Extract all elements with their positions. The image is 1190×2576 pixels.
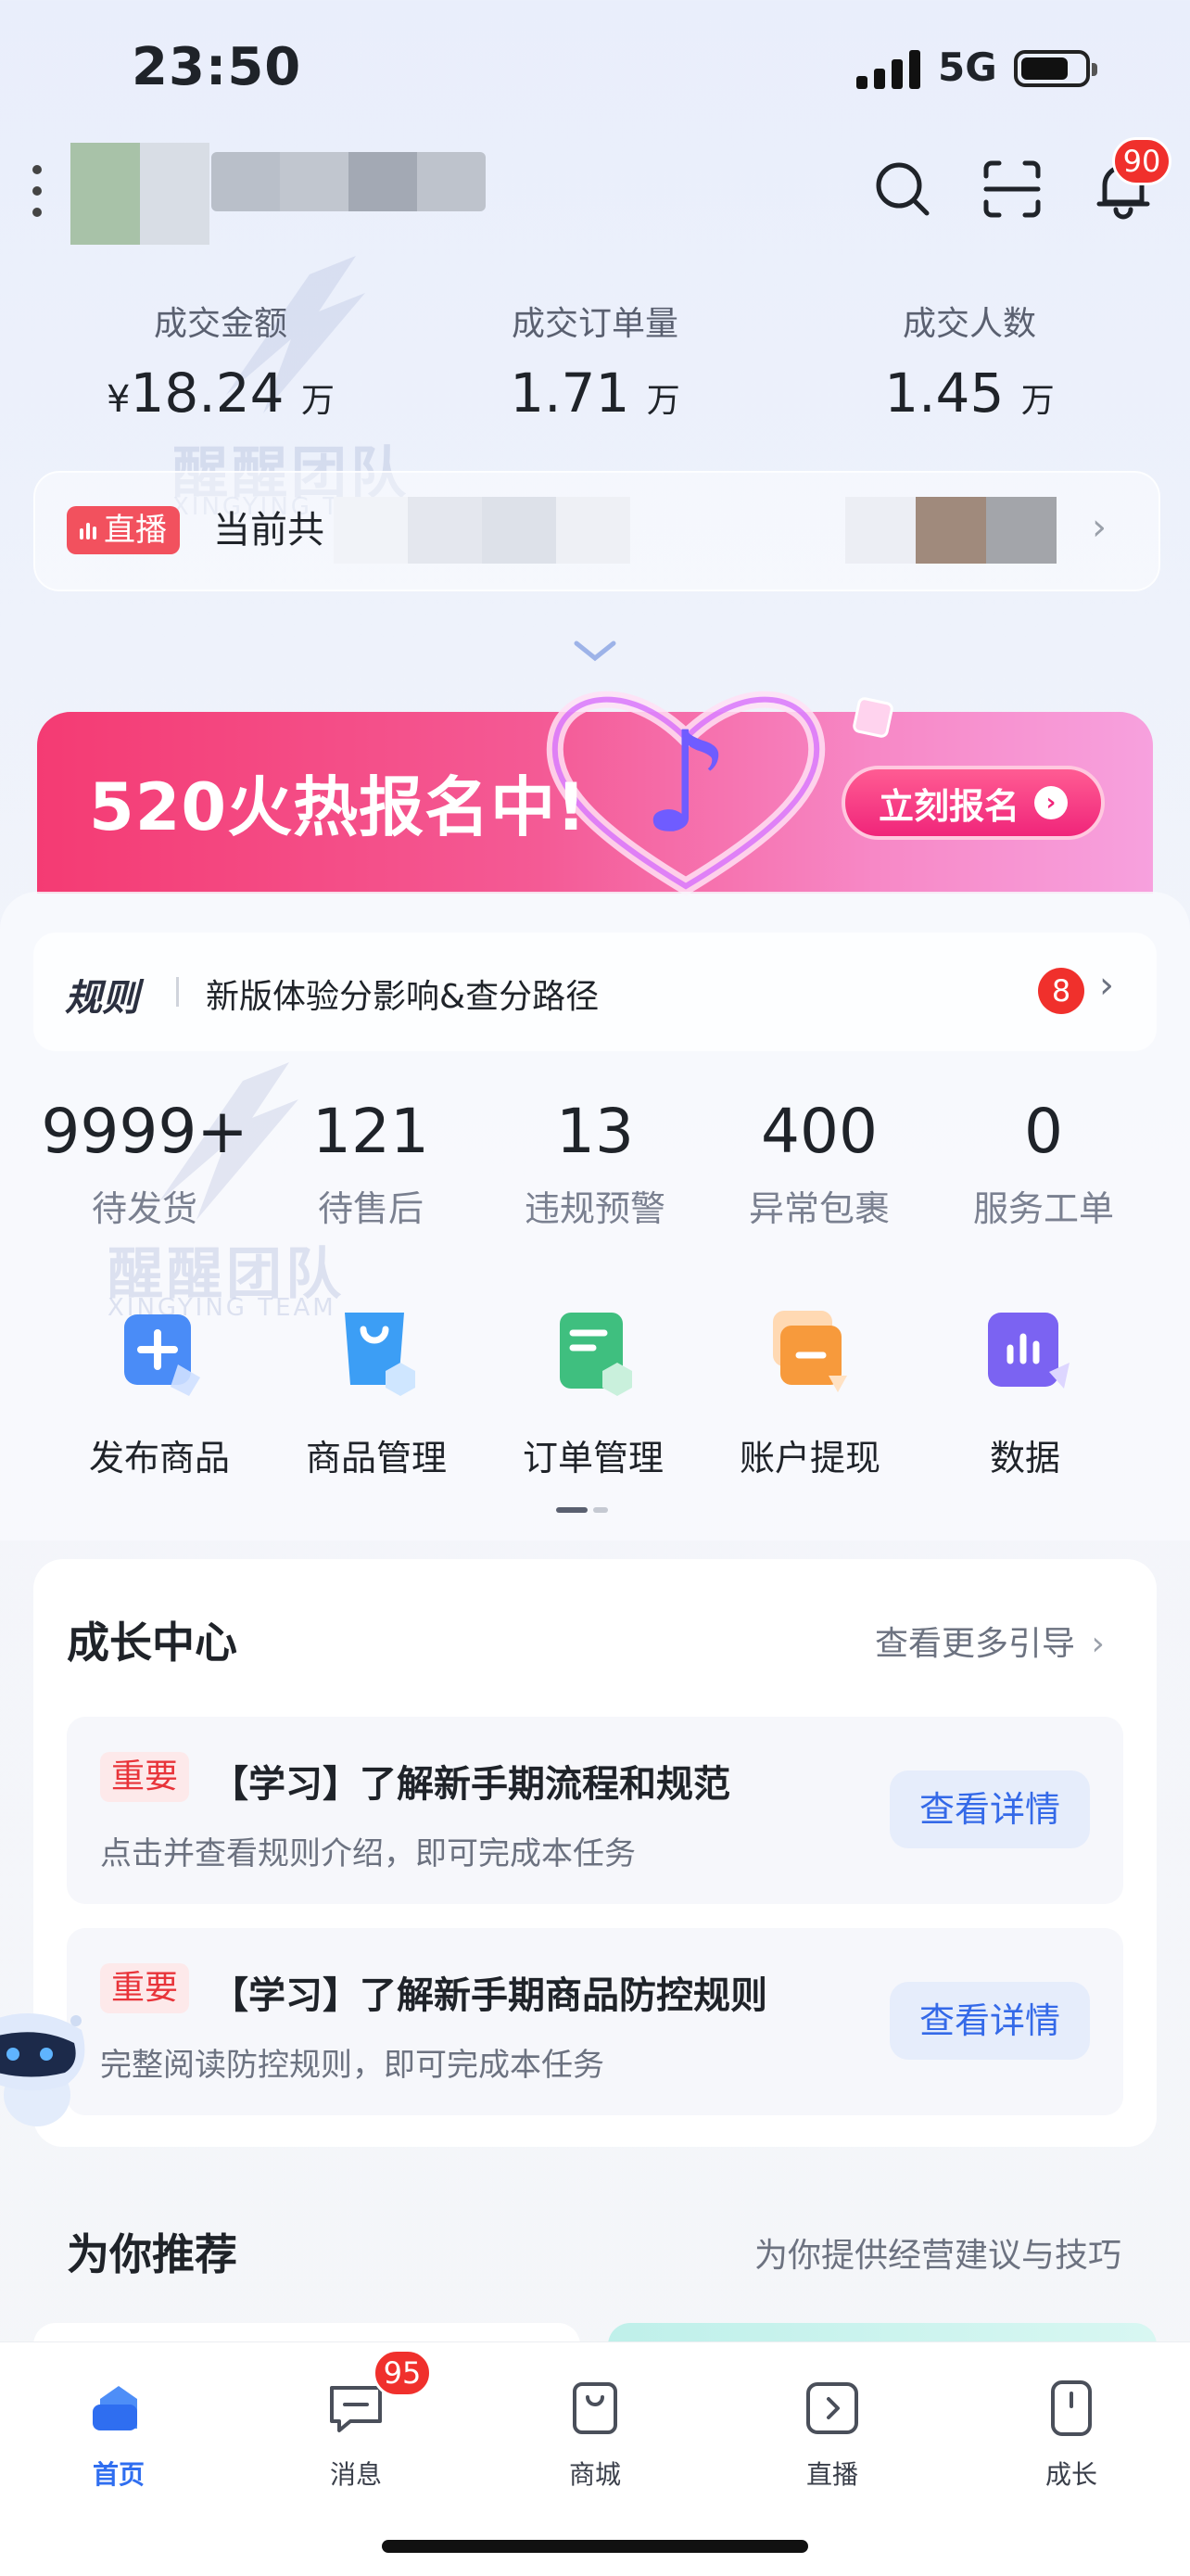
rules-text: 新版体验分影响&查分路径 [206,978,600,1016]
publish-product-icon [124,1314,200,1396]
order-manage-icon [560,1313,632,1396]
arrow-right-icon: › [1034,786,1068,819]
battery-icon [1014,50,1097,87]
shop-name-redacted [211,152,486,211]
tool-data[interactable]: 数据 [932,1307,1118,1480]
important-tag: 重要 [100,1963,189,2013]
stat-gmv[interactable]: 成交金额 ¥18.24 万 [63,297,378,425]
rules-title: 规则 [65,977,139,1020]
metric-after-sale[interactable]: 121 待售后 [260,1096,482,1231]
rules-chevron-right-icon[interactable]: › [1099,964,1114,1007]
home-icon [93,2386,137,2430]
live-chevron-right-icon[interactable]: › [1092,506,1107,549]
stat-buyer-count[interactable]: 成交人数 1.45 万 [812,297,1127,425]
live-status-text: 当前共 [213,509,324,552]
tab-mall[interactable]: 商城 [530,2379,660,2492]
tool-publish-product[interactable]: 发布商品 [67,1307,252,1480]
messages-badge: 95 [373,2349,432,2397]
important-tag: 重要 [100,1752,189,1802]
recommend-title: 为你推荐 [67,2229,237,2279]
notification-badge: 90 [1112,137,1171,185]
expand-chevron-down-icon[interactable] [571,638,619,664]
live-play-icon [806,2382,858,2434]
live-tag: 直播 [67,506,180,554]
network-type: 5G [938,44,997,90]
more-menu-icon[interactable] [30,165,44,217]
signal-icon [856,48,920,89]
task-title: 【学习】了解新手期流程和规范 [211,1763,730,1806]
data-icon [988,1313,1070,1389]
tools-pager [556,1507,608,1513]
view-more-guides-link[interactable]: 查看更多引导 › [875,1617,1105,1665]
metric-violation-warning[interactable]: 13 违规预警 [484,1096,706,1231]
task-detail-button[interactable]: 查看详情 [890,1770,1090,1848]
banner-title: 520火热报名中! [89,769,588,845]
task-desc: 完整阅读防控规则，即可完成本任务 [100,2047,604,2084]
shop-avatar[interactable] [70,143,209,245]
rules-divider [176,977,179,1007]
tool-order-manage[interactable]: 订单管理 [500,1307,686,1480]
growth-title: 成长中心 [67,1618,237,1668]
signup-button[interactable]: 立刻报名 › [842,766,1105,840]
assistant-robot-icon[interactable] [0,1993,89,2132]
recommend-subtitle: 为你提供经营建议与技巧 [754,2237,1122,2275]
metric-to-ship[interactable]: 9999+ 待发货 [33,1096,256,1231]
live-info-redacted [334,497,630,564]
growth-icon [1051,2380,1092,2436]
status-time: 23:50 [132,37,302,97]
home-indicator[interactable] [382,2540,808,2553]
tab-growth[interactable]: 成长 [1006,2379,1136,2492]
shopping-bag-icon [573,2382,617,2434]
task-title: 【学习】了解新手期商品防控规则 [211,1974,767,2017]
search-icon[interactable] [871,158,934,221]
metric-service-ticket[interactable]: 0 服务工单 [932,1096,1155,1231]
metric-abnormal-package[interactable]: 400 异常包裹 [708,1096,930,1231]
task-detail-button[interactable]: 查看详情 [890,1982,1090,2060]
task-desc: 点击并查看规则介绍，即可完成本任务 [100,1835,636,1872]
rules-badge: 8 [1038,968,1084,1014]
live-bars-icon [80,521,96,539]
stat-order-count[interactable]: 成交订单量 1.71 万 [437,297,753,425]
tool-withdraw[interactable]: 账户提现 [717,1307,903,1480]
tab-home[interactable]: 首页 [54,2379,184,2492]
chevron-right-icon: › [1091,1625,1105,1663]
scan-icon[interactable] [981,158,1044,221]
gift-cube-icon [853,697,893,738]
live-cover-redacted [845,497,1057,564]
svg-text:♪: ♪ [641,703,730,864]
withdraw-icon [773,1311,847,1392]
tab-live[interactable]: 直播 [767,2379,897,2492]
product-manage-icon [345,1313,415,1396]
tool-product-manage[interactable]: 商品管理 [284,1307,469,1480]
